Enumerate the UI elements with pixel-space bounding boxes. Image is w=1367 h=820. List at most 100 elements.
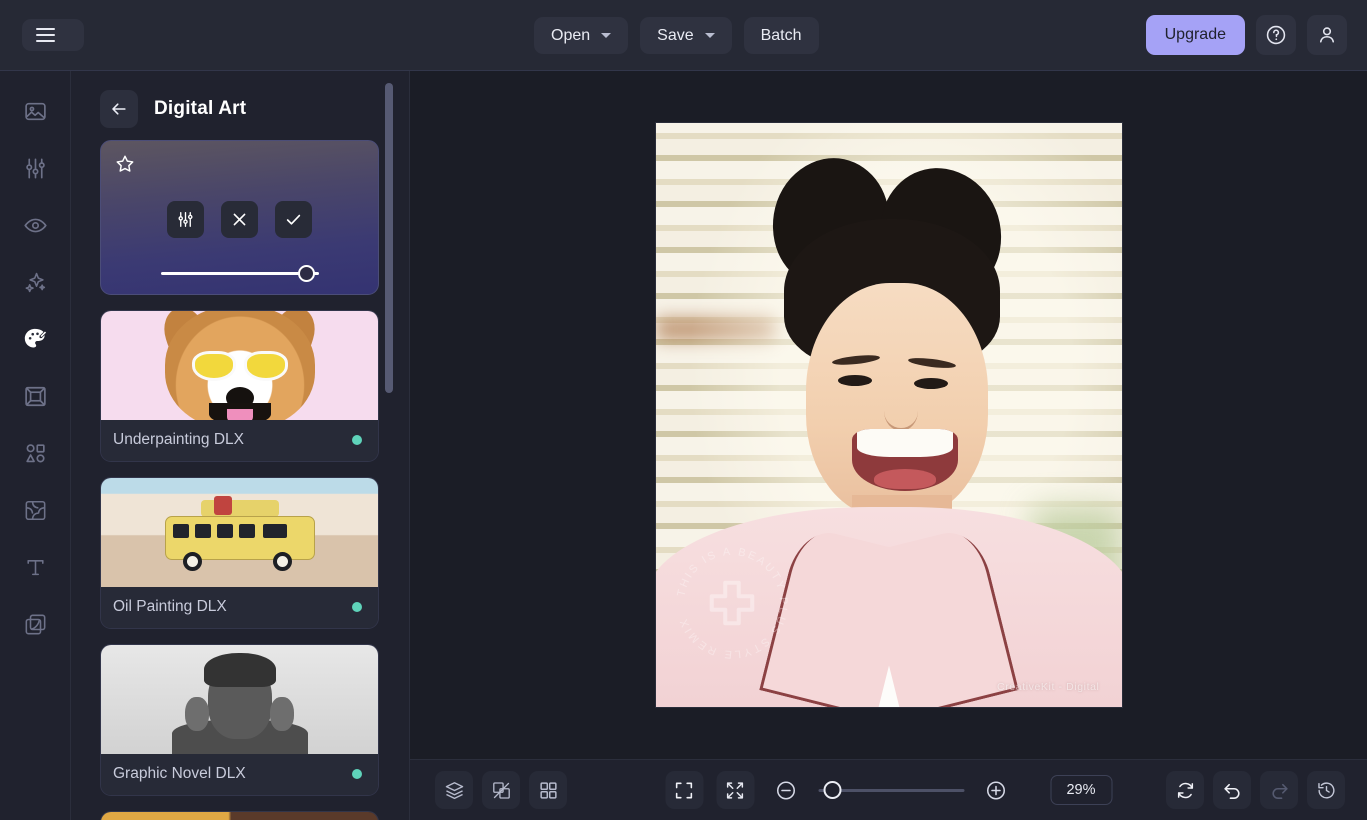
account-button[interactable] bbox=[1307, 15, 1347, 55]
preset-label: Graphic Novel DLX bbox=[113, 765, 246, 783]
zoom-slider[interactable] bbox=[818, 781, 964, 799]
hamburger-icon[interactable] bbox=[36, 28, 55, 42]
sidebar-item-digital-art[interactable] bbox=[13, 317, 57, 361]
preset-settings-button[interactable] bbox=[167, 201, 204, 238]
zoom-out-button[interactable] bbox=[767, 771, 805, 809]
preset-card-underpainting[interactable]: Underpainting DLX bbox=[100, 310, 379, 462]
upgrade-button[interactable]: Upgrade bbox=[1146, 15, 1245, 55]
preset-cancel-button[interactable] bbox=[221, 201, 258, 238]
eye-icon bbox=[23, 213, 48, 238]
sidebar-item-effects[interactable] bbox=[13, 260, 57, 304]
undo-button[interactable] bbox=[1213, 771, 1251, 809]
reset-rotate-icon bbox=[1175, 780, 1196, 801]
reset-button[interactable] bbox=[1166, 771, 1204, 809]
open-button[interactable]: Open bbox=[534, 17, 628, 54]
check-icon bbox=[284, 210, 303, 229]
texture-icon bbox=[23, 498, 48, 523]
sidebar-item-layers[interactable] bbox=[13, 602, 57, 646]
sidebar-item-textures[interactable] bbox=[13, 488, 57, 532]
preset-thumbnail bbox=[101, 478, 378, 587]
top-toolbar: Open Save Batch Upgrade bbox=[0, 0, 1367, 71]
preset-card-partial[interactable] bbox=[100, 811, 379, 820]
favorite-star-icon[interactable] bbox=[114, 153, 136, 175]
minus-circle-icon bbox=[775, 779, 798, 802]
preset-thumbnail bbox=[101, 311, 378, 420]
back-button[interactable] bbox=[100, 90, 138, 128]
tool-rail bbox=[0, 71, 71, 820]
scrollbar-thumb[interactable] bbox=[385, 83, 393, 393]
batch-label: Batch bbox=[761, 27, 802, 45]
file-actions: Open Save Batch bbox=[534, 17, 819, 54]
user-icon bbox=[1316, 24, 1338, 46]
preset-label-row: Underpainting DLX bbox=[101, 420, 378, 461]
status-badge bbox=[352, 435, 362, 445]
sliders-icon bbox=[176, 210, 195, 229]
palette-icon bbox=[22, 326, 48, 352]
zoom-level-value[interactable]: 29% bbox=[1050, 775, 1112, 805]
batch-button[interactable]: Batch bbox=[744, 17, 819, 54]
preset-card-oil-painting[interactable]: Oil Painting DLX bbox=[100, 477, 379, 629]
app-menu-button[interactable] bbox=[22, 19, 84, 51]
plus-cross-icon bbox=[705, 576, 759, 630]
preset-strength-slider[interactable] bbox=[161, 265, 319, 281]
preset-apply-button[interactable] bbox=[275, 201, 312, 238]
preset-label-row: Oil Painting DLX bbox=[101, 587, 378, 628]
expand-frame-icon bbox=[674, 780, 695, 801]
sidebar-item-frames[interactable] bbox=[13, 374, 57, 418]
preset-thumbnail bbox=[101, 645, 378, 754]
history-icon bbox=[1316, 780, 1337, 801]
sidebar-item-image[interactable] bbox=[13, 89, 57, 133]
preset-thumbnail bbox=[101, 812, 378, 820]
preset-card-graphic-novel[interactable]: Graphic Novel DLX bbox=[100, 644, 379, 796]
account-actions: Upgrade bbox=[1146, 15, 1347, 55]
page-title: Digital Art bbox=[154, 98, 246, 120]
slider-handle[interactable] bbox=[823, 781, 841, 799]
edited-photo[interactable]: THIS IS A BEAUTY PLUS STYLE REMIX Creati… bbox=[656, 123, 1122, 707]
sparkles-icon bbox=[23, 270, 48, 295]
bottom-toolbar: 29% bbox=[410, 759, 1367, 820]
sidebar-item-adjustments[interactable] bbox=[13, 146, 57, 190]
redo-icon bbox=[1269, 780, 1290, 801]
preset-label: Oil Painting DLX bbox=[113, 598, 227, 616]
save-button[interactable]: Save bbox=[640, 17, 731, 54]
fit-screen-button[interactable] bbox=[665, 771, 703, 809]
preset-label: Underpainting DLX bbox=[113, 431, 244, 449]
preset-label-row: Graphic Novel DLX bbox=[101, 754, 378, 795]
redo-button[interactable] bbox=[1260, 771, 1298, 809]
close-icon bbox=[230, 210, 249, 229]
shrink-button[interactable] bbox=[716, 771, 754, 809]
chevron-down-icon bbox=[601, 33, 611, 38]
zoom-in-button[interactable] bbox=[977, 771, 1015, 809]
view-tools bbox=[435, 771, 567, 809]
plus-circle-icon bbox=[985, 779, 1008, 802]
sidebar-item-preview[interactable] bbox=[13, 203, 57, 247]
history-button[interactable] bbox=[1307, 771, 1345, 809]
editor-body: Digital Art bbox=[0, 71, 1367, 820]
layers-copy-icon bbox=[23, 612, 48, 637]
photo-editor-app: Open Save Batch Upgrade bbox=[0, 0, 1367, 820]
sidebar-item-shapes[interactable] bbox=[13, 431, 57, 475]
zoom-controls: 29% bbox=[665, 771, 1112, 809]
sidebar-item-text[interactable] bbox=[13, 545, 57, 589]
panel-header: Digital Art bbox=[71, 71, 409, 140]
save-label: Save bbox=[657, 27, 693, 45]
compare-button[interactable] bbox=[482, 771, 520, 809]
slider-handle[interactable] bbox=[298, 265, 315, 282]
frame-icon bbox=[23, 384, 48, 409]
canvas-stage[interactable]: THIS IS A BEAUTY PLUS STYLE REMIX Creati… bbox=[410, 71, 1367, 759]
grid-view-button[interactable] bbox=[529, 771, 567, 809]
help-button[interactable] bbox=[1256, 15, 1296, 55]
watermark-seal: THIS IS A BEAUTY PLUS STYLE REMIX bbox=[670, 541, 794, 665]
undo-icon bbox=[1222, 780, 1243, 801]
panel-scrollbar[interactable] bbox=[385, 71, 393, 820]
collapse-frame-icon bbox=[725, 780, 746, 801]
layers-button[interactable] bbox=[435, 771, 473, 809]
preset-list: Underpainting DLX bbox=[71, 140, 409, 820]
arrow-left-icon bbox=[109, 99, 129, 119]
status-badge bbox=[352, 769, 362, 779]
question-circle-icon bbox=[1265, 24, 1287, 46]
presets-panel: Digital Art bbox=[71, 71, 410, 820]
preset-card-selected[interactable] bbox=[100, 140, 379, 295]
grid-icon bbox=[538, 780, 559, 801]
slider-track bbox=[161, 272, 319, 275]
